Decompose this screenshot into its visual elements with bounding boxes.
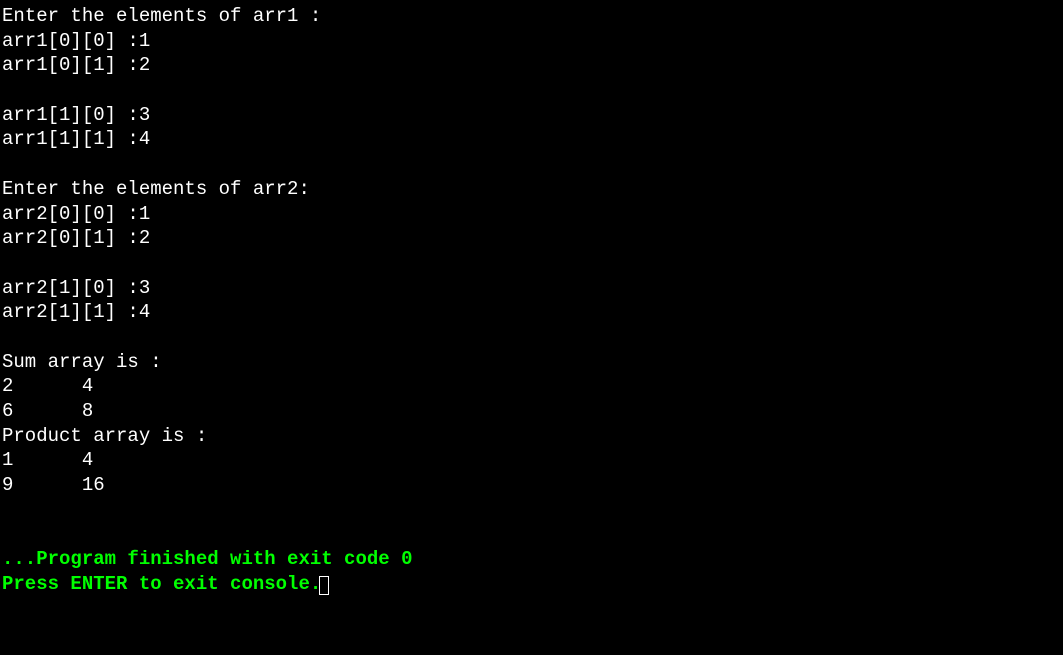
- output-line: Enter the elements of arr2:: [2, 177, 1061, 202]
- output-line: [2, 498, 1061, 523]
- output-line: Enter the elements of arr1 :: [2, 4, 1061, 29]
- output-line: arr1[0][1] :2: [2, 53, 1061, 78]
- output-line: Product array is :: [2, 424, 1061, 449]
- output-line: arr2[0][0] :1: [2, 202, 1061, 227]
- prompt-text: Press ENTER to exit console.: [2, 573, 321, 595]
- output-line: arr1[1][1] :4: [2, 127, 1061, 152]
- output-line: arr2[1][0] :3: [2, 276, 1061, 301]
- output-line: [2, 78, 1061, 103]
- output-line: [2, 152, 1061, 177]
- terminal-output[interactable]: Enter the elements of arr1 : arr1[0][0] …: [2, 4, 1061, 597]
- output-line: Sum array is :: [2, 350, 1061, 375]
- output-line: 2 4: [2, 374, 1061, 399]
- cursor-icon: [319, 576, 329, 595]
- output-line: [2, 251, 1061, 276]
- output-line: [2, 325, 1061, 350]
- output-line: arr2[0][1] :2: [2, 226, 1061, 251]
- output-line: 9 16: [2, 473, 1061, 498]
- output-line: 6 8: [2, 399, 1061, 424]
- output-line: arr1[1][0] :3: [2, 103, 1061, 128]
- output-line: arr2[1][1] :4: [2, 300, 1061, 325]
- output-line: [2, 522, 1061, 547]
- output-line: 1 4: [2, 448, 1061, 473]
- output-line: arr1[0][0] :1: [2, 29, 1061, 54]
- exit-code-message: ...Program finished with exit code 0: [2, 547, 1061, 572]
- prompt-line[interactable]: Press ENTER to exit console.: [2, 572, 1061, 597]
